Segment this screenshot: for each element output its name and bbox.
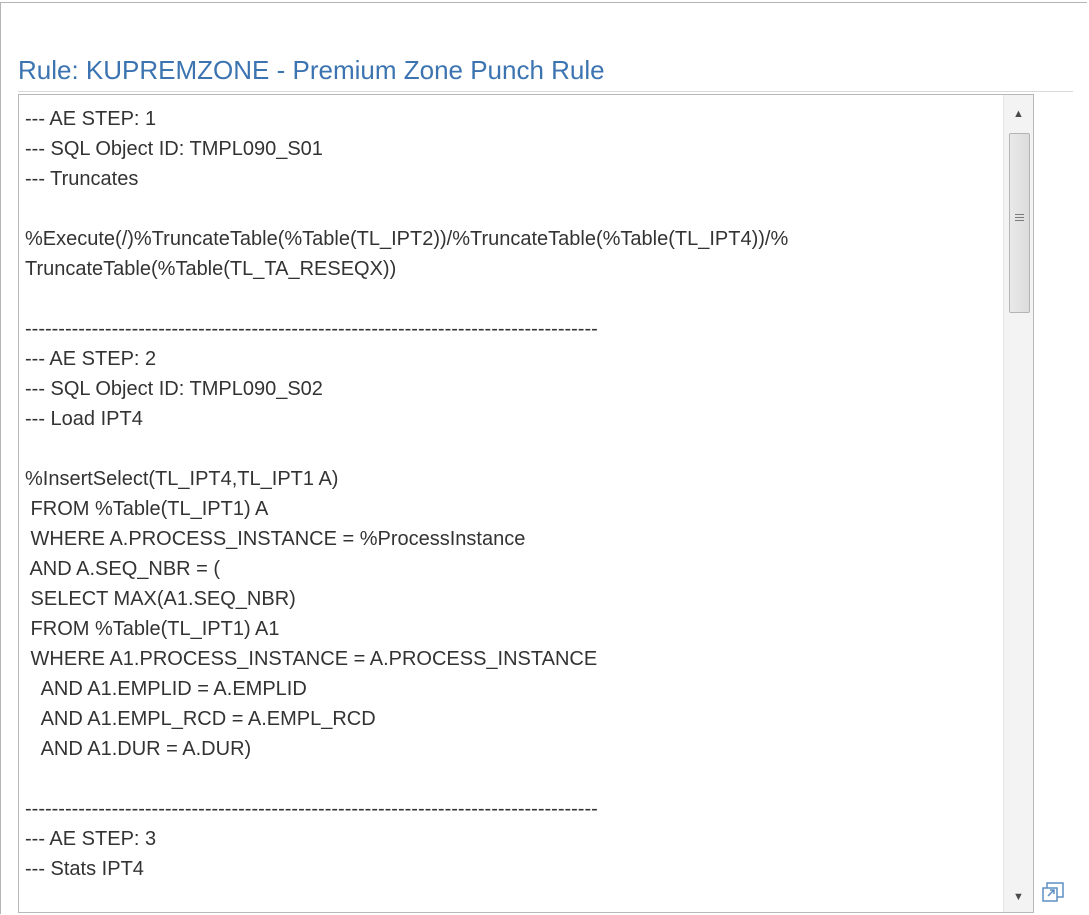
rule-text-area[interactable]: --- AE STEP: 1 --- SQL Object ID: TMPL09… [18, 94, 1034, 913]
expand-window-icon[interactable] [1040, 881, 1066, 905]
scroll-up-arrow-icon[interactable]: ▲ [1004, 101, 1033, 127]
page-title: Rule: KUPREMZONE - Premium Zone Punch Ru… [18, 55, 605, 85]
title-divider [18, 91, 1073, 92]
scroll-thumb[interactable] [1009, 133, 1030, 313]
vertical-scrollbar[interactable]: ▲ ▼ [1003, 95, 1033, 912]
rule-sql-text[interactable]: --- AE STEP: 1 --- SQL Object ID: TMPL09… [25, 104, 1005, 884]
scroll-down-arrow-icon[interactable]: ▼ [1004, 884, 1033, 910]
grip-icon [1015, 214, 1024, 223]
